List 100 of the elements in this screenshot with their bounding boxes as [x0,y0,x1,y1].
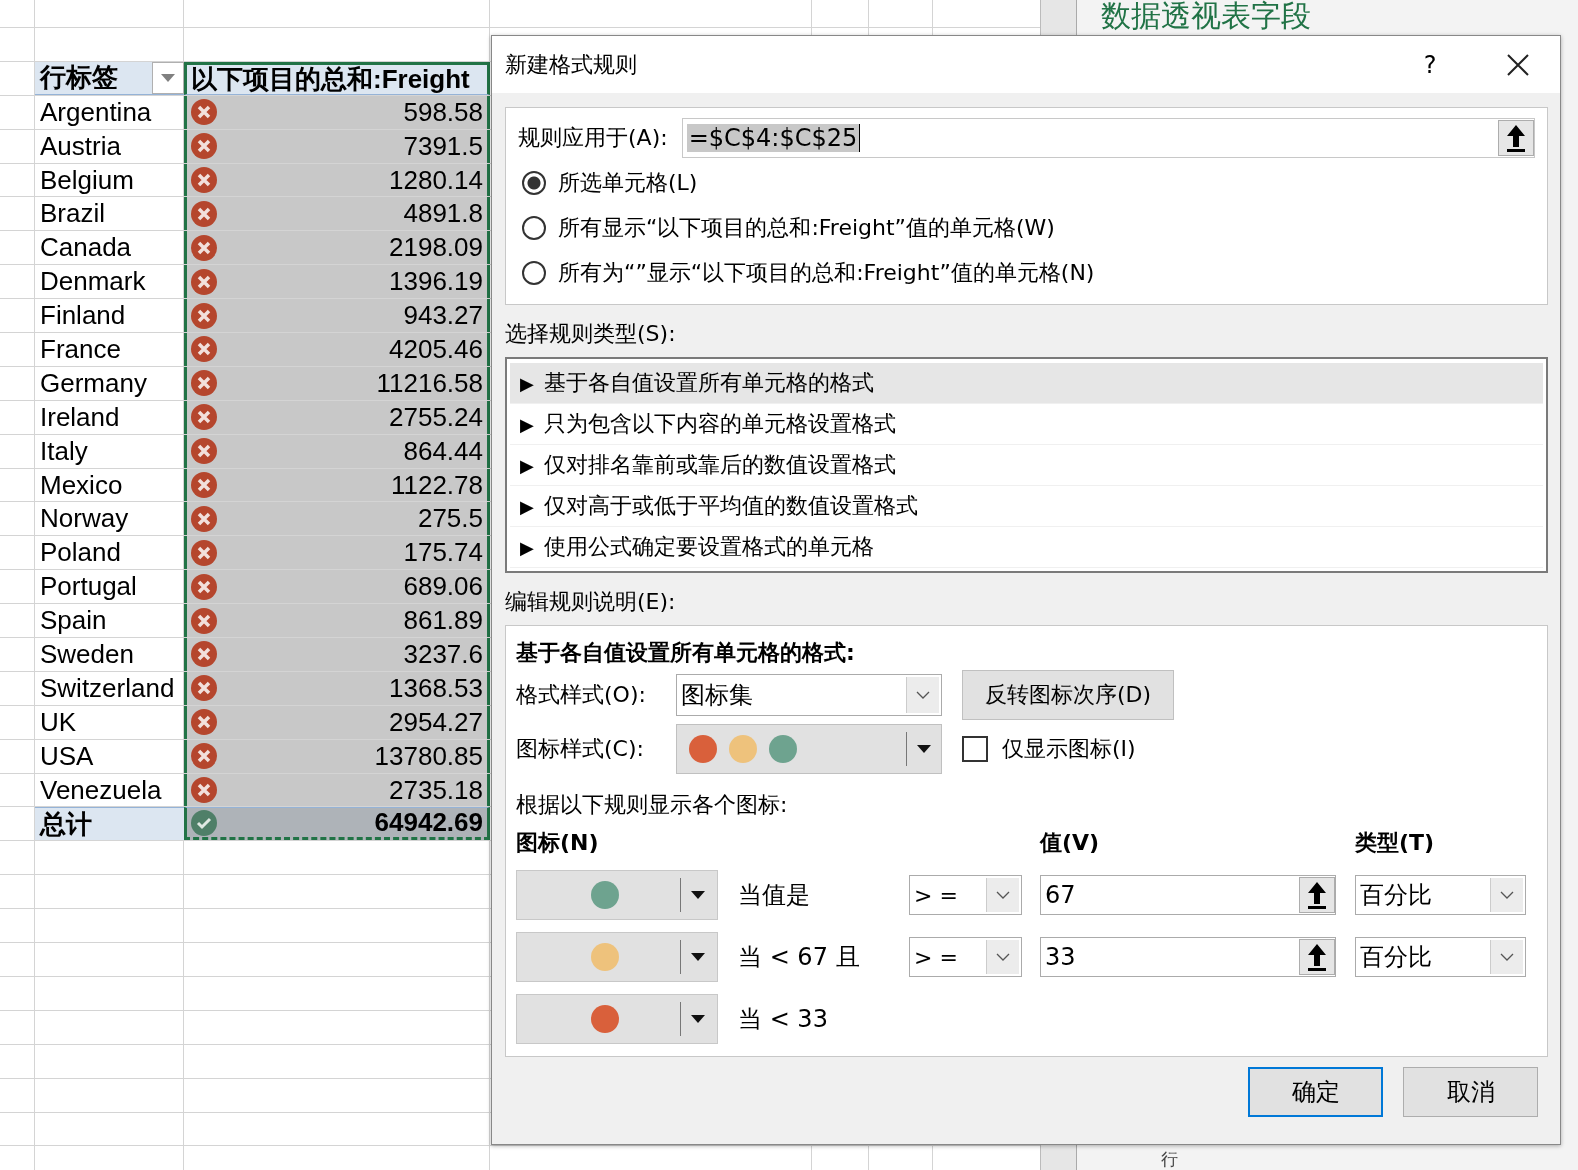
value-text: 3237.6 [403,638,483,670]
caret-icon [691,1015,705,1023]
column-header: 值(V) [1040,829,1101,857]
chevron-down-icon [1500,953,1514,961]
format-style-label: 格式样式(O): [516,681,647,709]
collapse-button[interactable] [1498,120,1534,156]
value-text: 4891.8 [403,198,483,230]
row-label: Finland [39,299,127,332]
value-text: 175.74 [403,537,483,569]
range-field[interactable]: =$C$4:$C$25 [681,118,1535,158]
rule-type-item[interactable]: ▶ 只为包含以下内容的单元格设置格式 [510,404,1543,445]
value-text: 1396.19 [389,266,483,298]
triangle-glyph: ▶ [520,536,534,558]
icon-select[interactable] [516,870,718,920]
dropdown-button[interactable] [986,940,1019,974]
dialog-button[interactable]: 取消 [1403,1067,1538,1117]
row-label: Ireland [39,400,121,434]
type-select[interactable]: 百分比 [1355,937,1526,977]
condition-text: 当值是 [738,880,811,911]
row-label: Austria [39,129,122,163]
rule-type-text: 仅对高于或低于平均值的数值设置格式 [543,492,918,520]
text-cursor [859,124,861,152]
dropdown-button[interactable] [986,878,1019,912]
row-label: Switzerland [39,671,176,705]
row-label: USA [39,739,95,773]
rule-type-text: 只为包含以下内容的单元格设置格式 [543,410,896,438]
apply-to-label: 规则应用于(A): [518,124,668,152]
value-text: 1122.78 [390,469,483,501]
row-label: Denmark [39,265,147,299]
radio-label[interactable]: 所选单元格(L) [558,167,698,198]
format-style-select[interactable]: 图标集 [676,674,942,716]
value-field[interactable]: 33 [1040,937,1336,977]
value-text: 689.06 [403,571,483,603]
icon-style-select[interactable] [676,724,942,774]
dropdown-button[interactable] [1490,878,1523,912]
select-value: 百分比 [1360,880,1432,911]
chevron-down-icon [996,953,1010,961]
help-button[interactable]: ? [1408,50,1452,79]
chevron-down-icon [916,691,930,699]
up-arrow-icon [1506,124,1526,152]
value-field[interactable]: 67 [1040,875,1336,915]
select-value: > = [914,882,958,908]
icon-style-label: 图标样式(C): [516,735,645,763]
rule-type-item[interactable]: ▶ 基于各自值设置所有单元格的格式 [510,363,1543,404]
dialog-title: 新建格式规则 [505,50,638,79]
edit-label: 编辑规则说明(E): [505,589,677,615]
row-label: Argentina [39,95,153,129]
up-arrow-icon [1307,881,1327,909]
checkbox[interactable] [962,736,988,762]
row-label: Canada [39,231,133,265]
pane-title: 数据透视表字段 [1101,0,1312,32]
column-header: 图标(N) [516,829,600,857]
row-label: Italy [39,434,89,468]
checkbox-label[interactable]: 仅显示图标(I) [1002,734,1136,764]
rule-type-item[interactable]: ▶ 使用公式确定要设置格式的单元格 [510,527,1543,568]
area-label: 行 [1161,1149,1179,1169]
value-text: 275.5 [417,503,483,535]
row-label: Venezuela [39,773,163,807]
collapse-button[interactable] [1299,877,1335,913]
select-value: 百分比 [1360,942,1432,973]
filter-dropdown-button[interactable] [152,61,184,94]
value-text: 2755.24 [389,401,483,433]
type-select[interactable]: 百分比 [1355,875,1526,915]
radio-label[interactable]: 所有为“”显示“以下项目的总和:Freight”值的单元格(N) [558,258,1095,289]
triangle-glyph: ▶ [520,495,534,517]
value-text: 1280.14 [389,164,483,196]
radio-button[interactable] [522,261,546,286]
radio-button[interactable] [522,170,546,195]
rule-type-item[interactable]: ▶ 仅对高于或低于平均值的数值设置格式 [510,486,1543,527]
reverse-order-button[interactable]: 反转图标次序(D) [962,670,1174,720]
range-text: =$C$4:$C$25 [686,124,860,152]
dropdown-button[interactable] [1490,940,1523,974]
value-text: 861.89 [403,605,483,637]
value-text: 4205.46 [389,333,483,365]
row-label: Belgium [39,163,135,197]
value-text: 598.58 [403,96,483,128]
value-text: 2954.27 [389,706,483,738]
collapse-button[interactable] [1299,939,1335,975]
value-text: 943.27 [403,300,483,332]
dialog-button[interactable]: 确定 [1248,1067,1383,1117]
select-value: > = [914,944,958,970]
value-text: 11216.58 [376,367,483,399]
operator-select[interactable]: > = [909,875,1022,915]
caret-icon [917,745,931,753]
rule-type-text: 仅对排名靠前或靠后的数值设置格式 [543,451,896,479]
field-value: 67 [1045,881,1076,909]
row-label: Sweden [39,638,135,671]
rule-type-label: 选择规则类型(S): [505,321,677,347]
dropdown-button[interactable] [906,677,939,713]
value-text: 1368.53 [389,672,483,704]
value-text: 2735.18 [389,774,483,806]
radio-label[interactable]: 所有显示“以下项目的总和:Freight”值的单元格(W) [558,213,1055,243]
condition-text: 当 < 67 且 [738,942,861,973]
radio-button[interactable] [522,216,546,240]
operator-select[interactable]: > = [909,937,1022,977]
row-label: UK [39,705,78,739]
row-label: Norway [39,502,130,536]
rule-type-item[interactable]: ▶ 仅对排名靠前或靠后的数值设置格式 [510,445,1543,486]
column-header: 类型(T) [1355,829,1436,857]
icon-select[interactable] [516,994,718,1044]
